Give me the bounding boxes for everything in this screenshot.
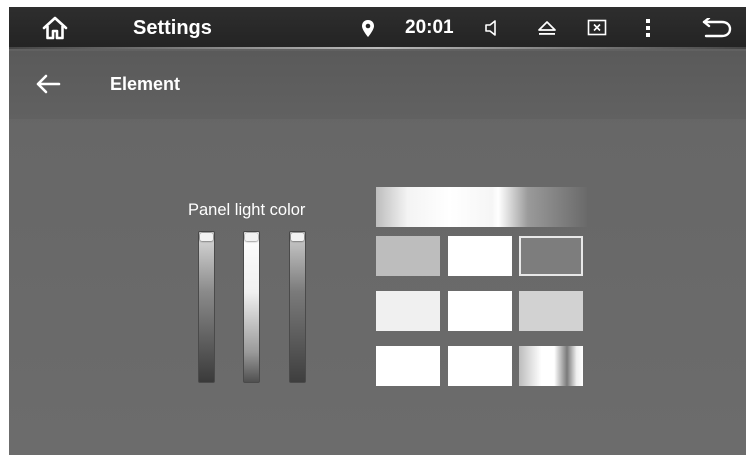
eject-icon[interactable] bbox=[537, 7, 557, 49]
location-pin-icon bbox=[361, 7, 375, 49]
clock: 20:01 bbox=[405, 17, 454, 38]
color-swatch[interactable] bbox=[448, 346, 512, 386]
blue-slider[interactable] bbox=[289, 231, 306, 383]
device-screen: Settings 20:01 Element Panel light color bbox=[9, 7, 746, 455]
color-swatch[interactable] bbox=[376, 236, 440, 276]
screen-off-icon[interactable] bbox=[587, 7, 607, 49]
more-vert-icon[interactable] bbox=[645, 7, 651, 49]
green-slider-thumb[interactable] bbox=[245, 233, 258, 241]
color-swatch[interactable] bbox=[519, 236, 583, 276]
back-arrow-icon[interactable] bbox=[35, 73, 61, 100]
color-swatch[interactable] bbox=[448, 236, 512, 276]
home-icon[interactable] bbox=[42, 7, 68, 49]
status-bar: Settings 20:01 bbox=[9, 7, 746, 49]
panel-light-color-label: Panel light color bbox=[188, 201, 306, 219]
color-swatch[interactable] bbox=[376, 346, 440, 386]
color-swatch[interactable] bbox=[519, 346, 583, 386]
back-return-icon[interactable] bbox=[702, 7, 732, 49]
red-slider[interactable] bbox=[198, 231, 215, 383]
status-title: Settings bbox=[133, 16, 212, 39]
page-header: Element bbox=[9, 51, 746, 119]
page-title: Element bbox=[110, 74, 181, 94]
color-swatch[interactable] bbox=[376, 291, 440, 331]
color-swatch[interactable] bbox=[448, 291, 512, 331]
red-slider-thumb[interactable] bbox=[200, 233, 213, 241]
status-bar-divider bbox=[9, 47, 746, 49]
color-swatch[interactable] bbox=[519, 291, 583, 331]
green-slider[interactable] bbox=[243, 231, 260, 383]
color-gradient-bar[interactable] bbox=[376, 187, 587, 227]
blue-slider-thumb[interactable] bbox=[291, 233, 304, 241]
volume-icon[interactable] bbox=[484, 7, 500, 49]
